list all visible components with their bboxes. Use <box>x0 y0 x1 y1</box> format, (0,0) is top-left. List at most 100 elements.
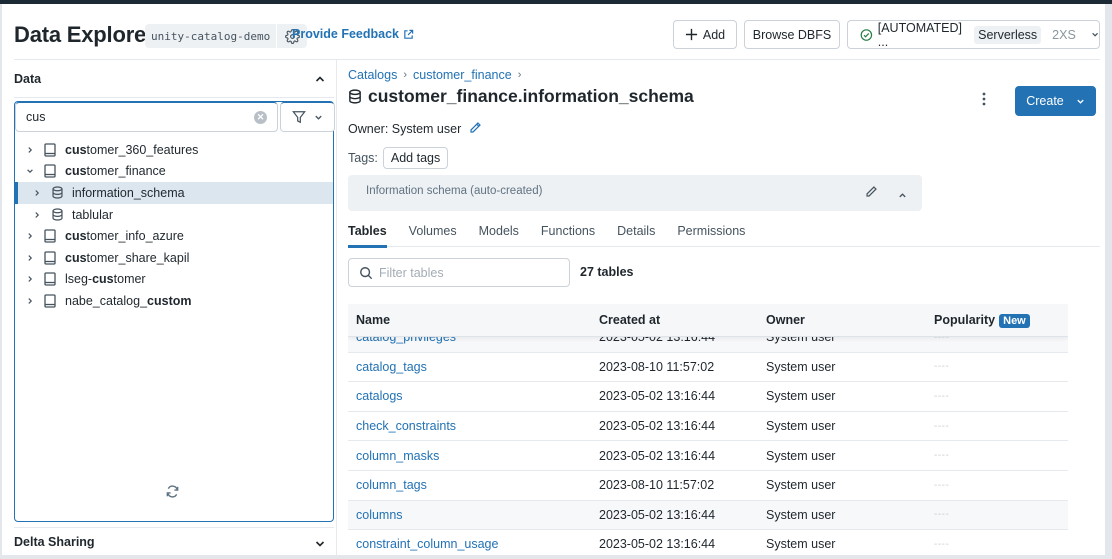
tree-item-label: tablular <box>72 207 113 222</box>
panel-divider[interactable] <box>336 60 337 555</box>
owner: System user <box>766 448 836 463</box>
pencil-icon <box>866 186 877 197</box>
tree-item-catalog[interactable]: customer_info_azure <box>15 225 333 247</box>
catalog-filter-button[interactable] <box>280 102 335 132</box>
refresh-icon <box>166 485 179 498</box>
tab-permissions[interactable]: Permissions <box>677 220 745 247</box>
breadcrumb-catalogs[interactable]: Catalogs <box>348 68 397 82</box>
table-name-link[interactable]: catalog_tags <box>356 360 427 374</box>
chevron-right-icon[interactable] <box>25 254 35 262</box>
tree-item-label: customer_finance <box>65 164 166 179</box>
tab-details[interactable]: Details <box>617 220 655 247</box>
compute-type-chip: Serverless <box>974 25 1042 44</box>
column-header-created[interactable]: Created at <box>599 313 660 327</box>
data-explorer-app: Data Explorer unity-catalog-demo Provide… <box>2 4 1105 555</box>
table-row[interactable]: catalog_tags 2023-08-10 11:57:02 System us… <box>348 353 1068 383</box>
tab-volumes[interactable]: Volumes <box>409 220 457 247</box>
table-body: catalog_privileges 2023-05-02 13:16:44 Sys… <box>348 323 1068 555</box>
tree-item-schema[interactable]: information_schema <box>15 182 333 204</box>
tab-tables[interactable]: Tables <box>348 220 387 248</box>
chevron-down-icon[interactable] <box>25 167 35 175</box>
table-name-link[interactable]: check_constraints <box>356 419 456 433</box>
chevron-down-icon <box>1092 32 1098 37</box>
owner: System user <box>766 359 836 374</box>
page-title: Data Explorer <box>14 22 155 47</box>
page-header: Data Explorer unity-catalog-demo Provide… <box>2 4 1105 60</box>
table-name-link[interactable]: columns <box>356 508 403 522</box>
created-at: 2023-05-02 13:16:44 <box>599 537 716 552</box>
edit-owner-button[interactable] <box>469 121 482 137</box>
chevron-right-icon[interactable] <box>25 275 35 283</box>
create-button[interactable]: Create <box>1015 86 1096 116</box>
column-header-name[interactable]: Name <box>356 313 390 327</box>
catalog-icon <box>43 143 57 157</box>
tree-item-label: nabe_catalog_custom <box>65 293 192 308</box>
browse-dbfs-label: Browse DBFS <box>752 27 832 42</box>
compute-selector[interactable]: [AUTOMATED] ... Serverless 2XS <box>847 20 1100 49</box>
tree-item-catalog[interactable]: customer_finance <box>15 161 333 183</box>
tree-item-schema[interactable]: tablular <box>15 204 333 226</box>
tree-item-catalog[interactable]: customer_360_features <box>15 139 333 161</box>
owner: System user <box>766 507 836 522</box>
catalog-tree-panel: ✕ customer_360_features customer_financei… <box>14 101 335 522</box>
chevron-right-icon[interactable] <box>32 189 42 197</box>
catalog-search-field[interactable]: ✕ <box>15 102 278 132</box>
delta-sharing-expand-button[interactable] <box>314 537 326 555</box>
data-section-collapse-button[interactable] <box>314 72 326 90</box>
column-header-owner[interactable]: Owner <box>766 313 805 327</box>
popularity: ---- <box>934 420 950 432</box>
collapse-comment-button[interactable] <box>898 187 907 205</box>
chevron-right-icon[interactable] <box>32 211 42 219</box>
chevron-right-icon[interactable] <box>25 297 35 305</box>
owner: System user <box>766 389 836 404</box>
more-options-button[interactable] <box>982 92 986 111</box>
database-icon <box>349 89 361 104</box>
add-button[interactable]: Add <box>673 20 737 49</box>
breadcrumb-separator: › <box>403 69 408 81</box>
popularity: ---- <box>934 361 950 373</box>
tab-models[interactable]: Models <box>479 220 519 247</box>
table-name-link[interactable]: catalogs <box>356 389 403 403</box>
breadcrumb-catalog[interactable]: customer_finance <box>413 68 512 82</box>
tab-functions[interactable]: Functions <box>541 220 595 247</box>
browse-dbfs-button[interactable]: Browse DBFS <box>744 20 840 49</box>
check-circle-icon <box>860 28 873 41</box>
table-row[interactable]: constraint_column_usage 2023-05-02 13:16:… <box>348 530 1068 555</box>
provide-feedback-label: Provide Feedback <box>292 27 399 41</box>
schema-comment: Information schema (auto-created) <box>348 175 922 211</box>
chevron-down-icon <box>315 115 322 120</box>
catalog-search-input[interactable] <box>26 110 254 124</box>
chevron-right-icon[interactable] <box>25 146 35 154</box>
chevron-up-icon <box>899 193 906 198</box>
clear-search-button[interactable]: ✕ <box>254 110 267 124</box>
chevron-right-icon[interactable] <box>25 232 35 240</box>
table-row[interactable]: column_masks 2023-05-02 13:16:44 System us… <box>348 441 1068 471</box>
created-at: 2023-05-02 13:16:44 <box>599 389 716 404</box>
tree-item-catalog[interactable]: lseg-customer <box>15 269 333 291</box>
pencil-icon <box>470 122 482 133</box>
table-name-link[interactable]: column_tags <box>356 478 427 492</box>
refresh-button[interactable] <box>165 484 180 504</box>
schema-tabs: Tables Volumes Models Functions Details … <box>348 220 1100 248</box>
edit-comment-button[interactable] <box>865 185 878 203</box>
table-row[interactable]: column_tags 2023-08-10 11:57:02 System use… <box>348 471 1068 501</box>
table-row[interactable]: check_constraints 2023-05-02 13:16:44 Syst… <box>348 412 1068 442</box>
tree-item-label: lseg-customer <box>65 272 146 287</box>
column-header-popularity[interactable]: Popularity New <box>934 313 1030 328</box>
filter-tables-input[interactable] <box>379 265 559 280</box>
search-icon <box>360 266 373 279</box>
tree-item-catalog[interactable]: customer_share_kapil <box>15 247 333 269</box>
table-row[interactable]: catalogs 2023-05-02 13:16:44 System user --… <box>348 382 1068 412</box>
table-name-link[interactable]: constraint_column_usage <box>356 537 498 551</box>
add-tags-button[interactable]: Add tags <box>382 147 449 169</box>
tree-item-catalog[interactable]: nabe_catalog_custom <box>15 290 333 312</box>
table-count: 27 tables <box>580 265 634 279</box>
sidebar-divider <box>14 97 334 98</box>
provide-feedback-link[interactable]: Provide Feedback <box>292 27 414 41</box>
filter-tables-field[interactable] <box>348 258 570 287</box>
table-name-link[interactable]: column_masks <box>356 449 439 463</box>
table-row[interactable]: columns 2023-05-02 13:16:44 System user ---… <box>348 500 1068 531</box>
popularity: ---- <box>934 390 950 402</box>
delta-sharing-title[interactable]: Delta Sharing <box>14 535 95 549</box>
tree-item-label: customer_info_azure <box>65 229 184 244</box>
